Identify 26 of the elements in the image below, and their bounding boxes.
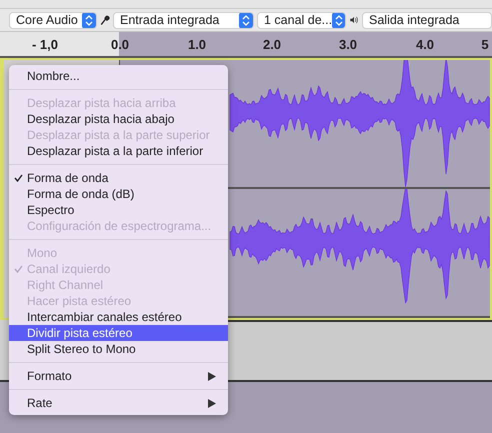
output-device-select[interactable]: Salida integrada: [362, 12, 492, 28]
ruler-label: 4.0: [416, 37, 434, 52]
menu-item[interactable]: Formato: [9, 368, 228, 384]
ruler-label: 0.0: [110, 37, 130, 52]
ruler-label: 5: [481, 37, 489, 52]
stepper-icon[interactable]: [239, 12, 253, 28]
audio-host-select[interactable]: Core Audio: [9, 12, 97, 28]
menu-item[interactable]: Desplazar pista a la parte inferior: [9, 143, 228, 159]
ruler-label: 3.0: [338, 37, 358, 52]
speaker-icon: [349, 14, 359, 26]
menu-item[interactable]: Forma de onda: [9, 170, 228, 186]
menu-item[interactable]: Intercambiar canales estéreo: [9, 309, 228, 325]
stepper-icon[interactable]: [82, 12, 96, 28]
ruler-label: 2.0: [262, 37, 282, 52]
channels-select[interactable]: 1 canal de...: [257, 12, 346, 28]
stepper-icon[interactable]: [332, 12, 345, 28]
menu-item[interactable]: Dividir pista estéreo: [9, 325, 228, 341]
menu-item[interactable]: Forma de onda (dB): [9, 186, 228, 202]
menu-item[interactable]: Desplazar pista hacia abajo: [9, 111, 228, 127]
menu-item[interactable]: Nombre...: [9, 68, 228, 84]
ruler-label: 1.0: [188, 37, 206, 52]
menu-item[interactable]: Split Stereo to Mono: [9, 341, 228, 357]
input-device-select[interactable]: Entrada integrada: [113, 12, 254, 28]
menu-item[interactable]: Rate: [9, 395, 228, 411]
menu-item[interactable]: Espectro: [9, 202, 228, 218]
ruler-label: - 1,0: [32, 37, 58, 52]
